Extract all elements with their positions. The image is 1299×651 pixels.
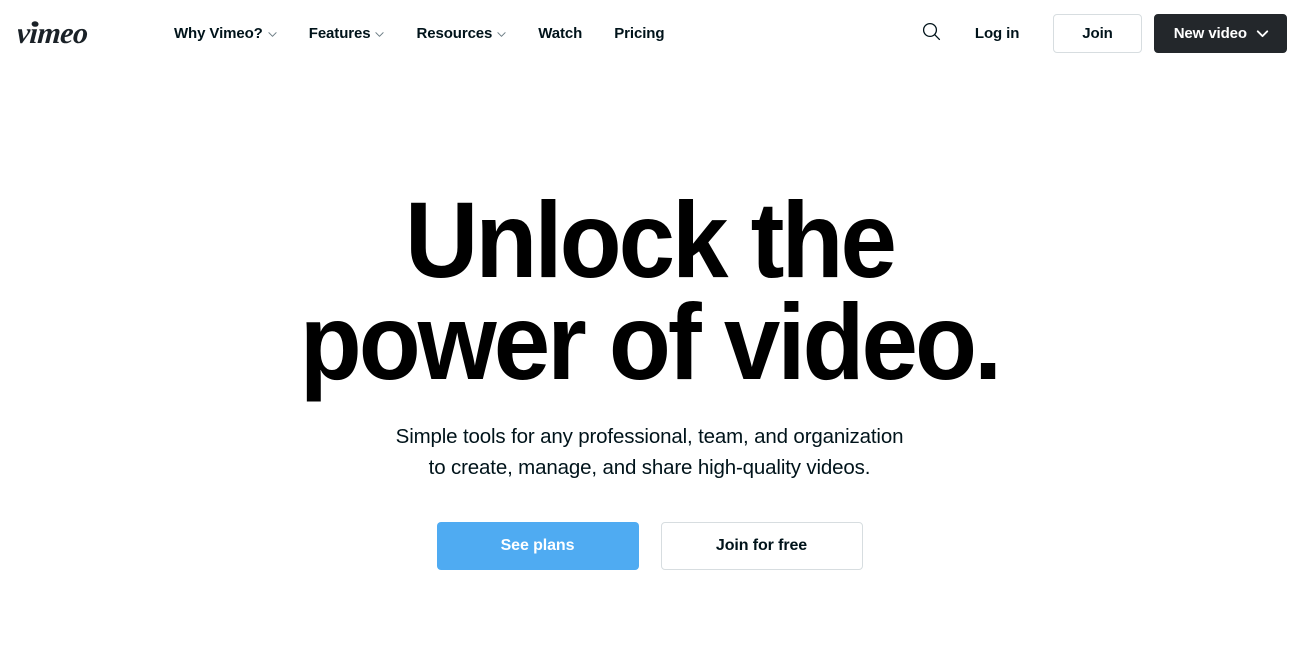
new-video-label: New video <box>1173 25 1247 42</box>
new-video-button[interactable]: New video <box>1153 14 1287 53</box>
hero-section: Unlock the power of video. Simple tools … <box>0 67 1299 570</box>
nav-item-label: Resources <box>416 25 493 42</box>
nav-item-watch[interactable]: Watch <box>522 17 598 50</box>
join-for-free-button[interactable]: Join for free <box>660 522 863 570</box>
site-header: vimeo Why Vimeo? Features Resources Watc <box>0 0 1299 67</box>
chevron-down-icon <box>497 30 506 39</box>
page-title: Unlock the power of video. <box>39 186 1260 396</box>
see-plans-button[interactable]: See plans <box>436 522 639 570</box>
header-actions: Log in Join New video <box>913 14 1287 53</box>
nav-item-label: Why Vimeo? <box>174 25 263 42</box>
nav-item-pricing[interactable]: Pricing <box>598 17 680 50</box>
nav-item-label: Features <box>308 25 371 42</box>
hero-cta-group: See plans Join for free <box>0 522 1299 570</box>
vimeo-wordmark-logo-icon: vimeo <box>18 17 118 51</box>
vimeo-logo[interactable]: vimeo <box>18 17 118 51</box>
chevron-down-icon <box>375 30 385 39</box>
nav-item-label: Watch <box>538 25 583 42</box>
hero-subtitle-line-1: Simple tools for any professional, team,… <box>395 425 904 448</box>
search-icon <box>921 21 942 47</box>
search-button[interactable] <box>913 15 951 53</box>
svg-text:vimeo: vimeo <box>18 17 89 50</box>
hero-subtitle-line-2: to create, manage, and share high-qualit… <box>428 456 871 479</box>
chevron-down-icon <box>1256 27 1269 40</box>
nav-item-label: Pricing <box>614 25 665 42</box>
nav-item-features[interactable]: Features <box>293 17 401 50</box>
nav-item-why-vimeo[interactable]: Why Vimeo? <box>158 17 293 50</box>
nav-item-resources[interactable]: Resources <box>400 17 522 50</box>
hero-subtitle: Simple tools for any professional, team,… <box>0 421 1299 483</box>
join-button[interactable]: Join <box>1053 14 1142 53</box>
chevron-down-icon <box>268 30 277 39</box>
primary-nav: Why Vimeo? Features Resources Watch Pric… <box>158 17 680 50</box>
hero-title-line-2: power of video. <box>299 281 1002 402</box>
login-button[interactable]: Log in <box>959 16 1035 51</box>
